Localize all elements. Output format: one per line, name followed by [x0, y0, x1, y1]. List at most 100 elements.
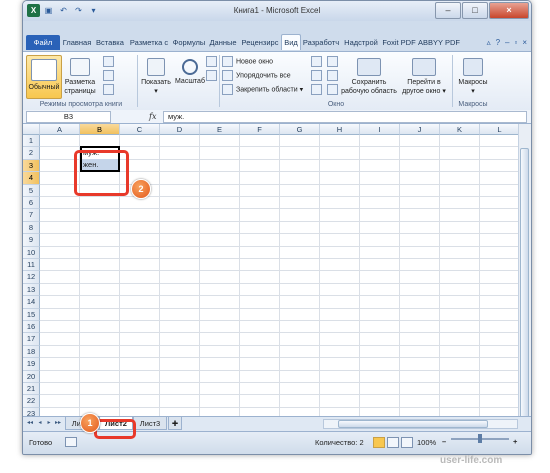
- row-header-5[interactable]: 5: [23, 184, 40, 197]
- column-header-i[interactable]: I: [360, 124, 400, 135]
- horizontal-scrollbar[interactable]: [323, 419, 518, 429]
- unhide-button[interactable]: [311, 84, 325, 96]
- insert-function-icon[interactable]: fx: [149, 110, 156, 123]
- tab-view[interactable]: Вид: [281, 34, 301, 50]
- formula-input[interactable]: муж.: [163, 111, 527, 123]
- row-header-20[interactable]: 20: [23, 370, 40, 383]
- page-break-preview-button[interactable]: [103, 56, 117, 68]
- row-header-14[interactable]: 14: [23, 296, 40, 309]
- grid-row-line: [40, 394, 518, 396]
- row-header-3[interactable]: 3: [23, 159, 40, 173]
- column-header-f[interactable]: F: [240, 124, 280, 135]
- page-layout-status-icon[interactable]: [387, 437, 399, 448]
- tab-home[interactable]: Главная: [61, 35, 93, 50]
- column-header-b[interactable]: B: [80, 124, 120, 135]
- save-workspace-button[interactable]: Сохранить рабочую область: [341, 55, 397, 97]
- page-layout-button[interactable]: Разметка страницы: [62, 55, 98, 97]
- column-header-h[interactable]: H: [320, 124, 360, 135]
- help-icon[interactable]: ?: [496, 35, 500, 50]
- tab-review[interactable]: Рецензирс: [240, 35, 280, 50]
- window-minimize-icon[interactable]: –: [505, 35, 509, 50]
- horizontal-scroll-thumb[interactable]: [338, 420, 488, 428]
- row-header-16[interactable]: 16: [23, 321, 40, 334]
- tab-foxit-pdf[interactable]: Foxit PDF: [381, 35, 417, 50]
- prev-sheet-icon[interactable]: ◂: [36, 419, 44, 428]
- column-header-l[interactable]: L: [480, 124, 520, 135]
- row-header-17[interactable]: 17: [23, 333, 40, 346]
- row-header-18[interactable]: 18: [23, 345, 40, 359]
- column-header-g[interactable]: G: [280, 124, 320, 135]
- show-button[interactable]: Показать ▾: [140, 55, 172, 97]
- normal-view-button[interactable]: Обычный: [26, 55, 62, 99]
- insert-sheet-icon[interactable]: ✚: [168, 417, 182, 430]
- row-header-4[interactable]: 4: [23, 172, 40, 185]
- column-header-c[interactable]: C: [120, 124, 160, 135]
- vertical-scroll-thumb[interactable]: [520, 148, 529, 418]
- row-header-22[interactable]: 22: [23, 395, 40, 408]
- vertical-scrollbar[interactable]: [518, 124, 531, 430]
- tab-abbyy-pdf[interactable]: ABBYY PDF: [418, 35, 460, 50]
- row-header-2[interactable]: 2: [23, 147, 40, 160]
- full-screen-button[interactable]: [103, 84, 117, 96]
- row-header-11[interactable]: 11: [23, 259, 40, 272]
- maximize-button[interactable]: □: [462, 2, 488, 19]
- row-header-19[interactable]: 19: [23, 358, 40, 371]
- zoom-selection-button[interactable]: [206, 70, 220, 82]
- close-button[interactable]: ×: [489, 2, 529, 19]
- next-sheet-icon[interactable]: ▸: [45, 419, 53, 428]
- zoom-100-button[interactable]: [206, 56, 220, 68]
- column-header-k[interactable]: K: [440, 124, 480, 135]
- row-header-1[interactable]: 1: [23, 135, 40, 148]
- column-header-d[interactable]: D: [160, 124, 200, 135]
- window-restore-icon[interactable]: ▫: [514, 35, 517, 50]
- status-ready: Готово: [29, 438, 53, 447]
- tab-addins[interactable]: Надстрой: [342, 35, 380, 50]
- macro-record-icon[interactable]: [65, 437, 77, 447]
- new-window-button[interactable]: Новое окно: [222, 56, 273, 68]
- row-header-21[interactable]: 21: [23, 383, 40, 396]
- row-header-10[interactable]: 10: [23, 246, 40, 259]
- page-break-status-icon[interactable]: [401, 437, 413, 448]
- first-sheet-icon[interactable]: ◂◂: [26, 419, 34, 428]
- zoom-out-button[interactable]: –: [442, 435, 446, 449]
- zoom-button[interactable]: Масштаб: [174, 55, 206, 97]
- column-header-j[interactable]: J: [400, 124, 440, 135]
- arrange-all-button[interactable]: Упорядочить все: [222, 70, 291, 82]
- macros-button[interactable]: Макросы ▾: [455, 55, 491, 97]
- sheet-tab-3[interactable]: Лист3: [133, 417, 167, 430]
- row-header-15[interactable]: 15: [23, 308, 40, 321]
- zoom-slider-thumb[interactable]: [478, 434, 482, 443]
- custom-views-button[interactable]: [103, 70, 117, 82]
- tab-insert[interactable]: Вставка: [94, 35, 126, 50]
- freeze-panes-button[interactable]: Закрепить области ▾: [222, 84, 303, 96]
- tab-file[interactable]: Файл: [26, 35, 60, 50]
- tab-formulas[interactable]: Формулы: [172, 35, 206, 50]
- column-header-e[interactable]: E: [200, 124, 240, 135]
- column-header-a[interactable]: A: [40, 124, 80, 135]
- tab-developer[interactable]: Разработч: [301, 35, 341, 50]
- row-header-7[interactable]: 7: [23, 209, 40, 222]
- switch-windows-button[interactable]: Перейти в другое окно ▾: [399, 55, 449, 97]
- sync-scroll-button[interactable]: [327, 70, 341, 82]
- grid-row-line: [40, 320, 518, 321]
- tab-page-layout[interactable]: Разметка с: [127, 35, 171, 50]
- minimize-ribbon-icon[interactable]: ▵: [487, 35, 491, 50]
- normal-view-status-icon[interactable]: [373, 437, 385, 448]
- split-button[interactable]: [311, 56, 325, 68]
- reset-position-button[interactable]: [327, 84, 341, 96]
- zoom-level[interactable]: 100%: [417, 436, 436, 450]
- row-header-13[interactable]: 13: [23, 283, 40, 297]
- minimize-button[interactable]: –: [435, 2, 461, 19]
- window-close-icon[interactable]: ×: [522, 35, 527, 50]
- name-box[interactable]: B3: [26, 111, 111, 123]
- row-header-8[interactable]: 8: [23, 221, 40, 235]
- hide-button[interactable]: [311, 70, 325, 82]
- select-all-corner[interactable]: [23, 124, 40, 135]
- row-header-6[interactable]: 6: [23, 197, 40, 210]
- row-header-12[interactable]: 12: [23, 271, 40, 284]
- row-header-9[interactable]: 9: [23, 234, 40, 247]
- last-sheet-icon[interactable]: ▸▸: [54, 419, 62, 428]
- tab-data[interactable]: Данные: [207, 35, 239, 50]
- zoom-in-button[interactable]: +: [513, 435, 517, 449]
- view-side-by-side-button[interactable]: [327, 56, 341, 68]
